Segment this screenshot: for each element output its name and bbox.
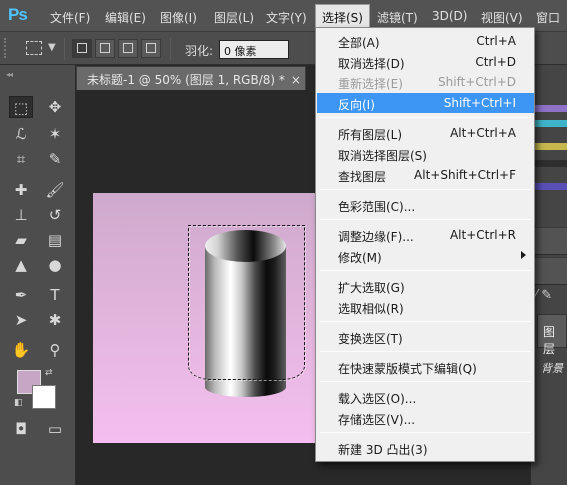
swatch-strip	[531, 160, 567, 167]
rectangular-marquee-tool-icon[interactable]: ⬚	[9, 96, 33, 118]
swatch-strip	[531, 120, 567, 127]
type-tool-icon[interactable]: T	[43, 284, 67, 306]
options-divider	[64, 38, 65, 60]
menu-item-deselect[interactable]: 取消选择(D) Ctrl+D	[317, 52, 534, 72]
marquee-preset-icon[interactable]	[26, 41, 42, 55]
menu-separator	[320, 321, 531, 322]
move-tool-icon[interactable]: ✥	[43, 96, 67, 118]
intersect-selection-icon	[146, 43, 156, 53]
panel-row[interactable]	[531, 227, 567, 255]
menu-item-load-selection[interactable]: 载入选区(O)...	[317, 387, 534, 407]
document-tab-title: 未标题-1 @ 50% (图层 1, RGB/8) *	[87, 73, 285, 87]
screen-mode-icon[interactable]: ▭	[43, 418, 67, 440]
menu-item-transform-selection[interactable]: 变换选区(T)	[317, 327, 534, 347]
new-selection-mode-button[interactable]	[72, 39, 92, 58]
subtract-selection-mode-button[interactable]	[118, 39, 138, 58]
menu-item-inverse[interactable]: 反向(I) Shift+Ctrl+I	[317, 93, 534, 113]
blur-tool-icon[interactable]: ▲	[9, 254, 33, 276]
menu-separator	[320, 351, 531, 352]
brush-tool-icon[interactable]: 🖌	[43, 179, 67, 201]
zoom-tool-icon[interactable]: ⚲	[43, 339, 67, 361]
select-menu-dropdown: 全部(A) Ctrl+A 取消选择(D) Ctrl+D 重新选择(E) Shift+C…	[315, 27, 535, 462]
menu-item-deselect-layers[interactable]: 取消选择图层(S)	[317, 144, 534, 164]
default-colors-icon[interactable]: ◧	[14, 398, 23, 408]
document-tab[interactable]: 未标题-1 @ 50% (图层 1, RGB/8) * ×	[76, 66, 306, 90]
submenu-arrow-icon	[521, 251, 526, 259]
photoshop-logo-icon: Ps	[8, 5, 28, 24]
hand-tool-icon[interactable]: ✋	[9, 339, 33, 361]
menu-type[interactable]: 文字(Y)	[266, 9, 307, 25]
menu-item-find-layers[interactable]: 查找图层 Alt+Shift+Ctrl+F	[317, 165, 534, 185]
panel-row[interactable]	[531, 257, 567, 285]
menu-3d[interactable]: 3D(D)	[432, 9, 467, 25]
add-selection-mode-button[interactable]	[95, 39, 115, 58]
layer-name-background[interactable]: 背景	[541, 360, 563, 376]
add-selection-icon	[100, 43, 110, 53]
options-divider	[170, 38, 171, 60]
feather-label: 羽化:	[185, 44, 214, 58]
crop-tool-icon[interactable]: ⌗	[9, 148, 33, 170]
menu-item-save-selection[interactable]: 存储选区(V)...	[317, 408, 534, 428]
lasso-tool-icon[interactable]: ℒ	[9, 123, 33, 145]
menu-item-color-range[interactable]: 色彩范围(C)...	[317, 195, 534, 215]
menu-layer[interactable]: 图层(L)	[214, 9, 254, 25]
menu-item-similar[interactable]: 选取相似(R)	[317, 297, 534, 317]
menu-separator	[320, 432, 531, 433]
clone-stamp-tool-icon[interactable]: ⊥	[9, 204, 33, 226]
swatch-strip	[531, 105, 567, 112]
menu-separator	[320, 189, 531, 190]
menu-item-grow[interactable]: 扩大选取(G)	[317, 276, 534, 296]
menu-item-modify[interactable]: 修改(M)	[317, 246, 534, 266]
menu-separator	[320, 117, 531, 118]
menu-item-reselect[interactable]: 重新选择(E) Shift+Ctrl+D	[317, 72, 534, 92]
path-selection-tool-icon[interactable]: ➤	[9, 309, 33, 331]
tab-layers[interactable]: 图层	[537, 314, 567, 356]
menu-image[interactable]: 图像(I)	[160, 9, 197, 25]
menu-separator	[320, 270, 531, 271]
options-grip-icon	[4, 38, 8, 58]
dodge-tool-icon[interactable]: ●	[43, 254, 67, 276]
menu-select[interactable]: 选择(S)	[315, 4, 370, 28]
history-brush-tool-icon[interactable]: ↺	[43, 204, 67, 226]
menu-item-all[interactable]: 全部(A) Ctrl+A	[317, 31, 534, 51]
menu-filter[interactable]: 滤镜(T)	[377, 9, 418, 25]
swatch-strip	[531, 143, 567, 150]
menu-edit[interactable]: 编辑(E)	[105, 9, 146, 25]
eyedropper-tool-icon[interactable]: ✎	[43, 148, 67, 170]
intersect-selection-mode-button[interactable]	[141, 39, 161, 58]
menu-item-quick-mask[interactable]: 在快速蒙版模式下编辑(Q)	[317, 357, 534, 377]
tools-panel-grip-icon: ◂◂	[6, 70, 13, 79]
custom-shape-tool-icon[interactable]: ✱	[43, 309, 67, 331]
eraser-tool-icon[interactable]: ▰	[9, 229, 33, 251]
swap-colors-icon[interactable]: ⇄	[45, 368, 53, 378]
canvas[interactable]	[93, 193, 321, 443]
chevron-down-icon[interactable]: ▼	[48, 42, 56, 53]
menu-item-refine-edge[interactable]: 调整边缘(F)... Alt+Ctrl+R	[317, 225, 534, 245]
menu-item-new-3d-extrusion[interactable]: 新建 3D 凸出(3)	[317, 438, 534, 458]
brush-icon[interactable]: ⁄ ✎	[535, 288, 552, 303]
close-icon[interactable]: ×	[291, 73, 301, 87]
menu-view[interactable]: 视图(V)	[481, 9, 523, 25]
menu-window[interactable]: 窗口	[536, 9, 560, 25]
tools-panel: ◂◂ ⬚ ✥ ℒ ✶ ⌗ ✎ ✚ 🖌 ⊥ ↺ ▰ ▤ ▲ ● ✒ T ➤ ✱ ✋…	[0, 65, 76, 485]
pen-tool-icon[interactable]: ✒	[9, 284, 33, 306]
magic-wand-tool-icon[interactable]: ✶	[43, 123, 67, 145]
spot-healing-tool-icon[interactable]: ✚	[9, 179, 33, 201]
quick-mask-icon[interactable]: ◘	[9, 418, 33, 440]
swatch-strip	[531, 183, 567, 190]
menu-separator	[320, 381, 531, 382]
feather-input[interactable]: 0 像素	[219, 40, 289, 59]
right-panel-dock	[530, 65, 567, 485]
background-color-swatch[interactable]	[32, 385, 56, 409]
menu-item-all-layers[interactable]: 所有图层(L) Alt+Ctrl+A	[317, 123, 534, 143]
menu-file[interactable]: 文件(F)	[50, 9, 90, 25]
menu-separator	[320, 219, 531, 220]
marquee-selection-outline	[189, 226, 306, 381]
new-selection-icon	[77, 43, 87, 53]
gradient-tool-icon[interactable]: ▤	[43, 229, 67, 251]
subtract-selection-icon	[123, 43, 133, 53]
